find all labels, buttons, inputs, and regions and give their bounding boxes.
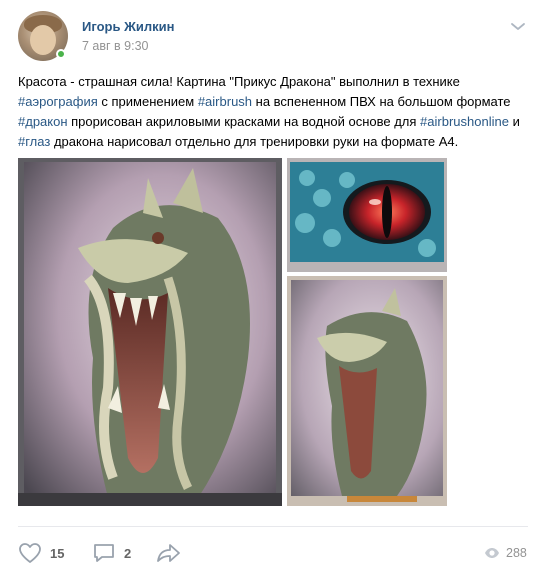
comment-button[interactable]: 2 [92,540,131,566]
post-text-segment: и [508,114,520,129]
dragon-painting-small-art [287,276,447,506]
post-time[interactable]: 7 авг в 9:30 [82,39,149,53]
hashtag-link[interactable]: #airbrushonline [420,114,509,129]
views-count: 288 [506,546,527,560]
photo-dragon-large[interactable] [18,158,282,506]
hashtag-link[interactable]: #глаз [18,134,50,149]
share-button[interactable] [156,540,182,566]
hashtag-link[interactable]: #airbrush [198,94,252,109]
avatar-face [30,25,56,55]
post-text-segment: Красота - страшная сила! Картина "Прикус… [18,74,460,89]
comment-count: 2 [124,545,132,561]
post-text-segment: прорисован акриловыми красками на водной… [67,114,421,129]
share-icon [157,544,180,562]
post-text-segment: на вспененном ПВХ на большом формате [252,94,511,109]
comment-icon [94,544,114,562]
post-text: Красота - страшная сила! Картина "Прикус… [18,72,530,152]
photo-dragon-eye[interactable] [287,158,447,272]
post-text-segment: дракона нарисовал отдельно для тренировк… [50,134,459,149]
divider [18,526,528,527]
like-count: 15 [50,545,65,561]
eye-icon [485,548,499,558]
heart-icon [19,543,41,563]
chevron-down-icon[interactable] [508,17,528,37]
author-name[interactable]: Игорь Жилкин [82,19,174,34]
online-status-dot [56,49,66,59]
dragon-painting-art [18,158,282,506]
hashtag-link[interactable]: #дракон [18,114,68,129]
wall-post: Игорь Жилкин 7 авг в 9:30 Красота - стра… [0,0,546,576]
hashtag-link[interactable]: #аэрография [18,94,98,109]
dragon-eye-art [287,158,447,272]
like-button[interactable]: 15 [18,540,64,566]
views-counter: 288 [484,540,527,566]
post-text-segment: с применением [97,94,198,109]
photo-dragon-small[interactable] [287,276,447,506]
